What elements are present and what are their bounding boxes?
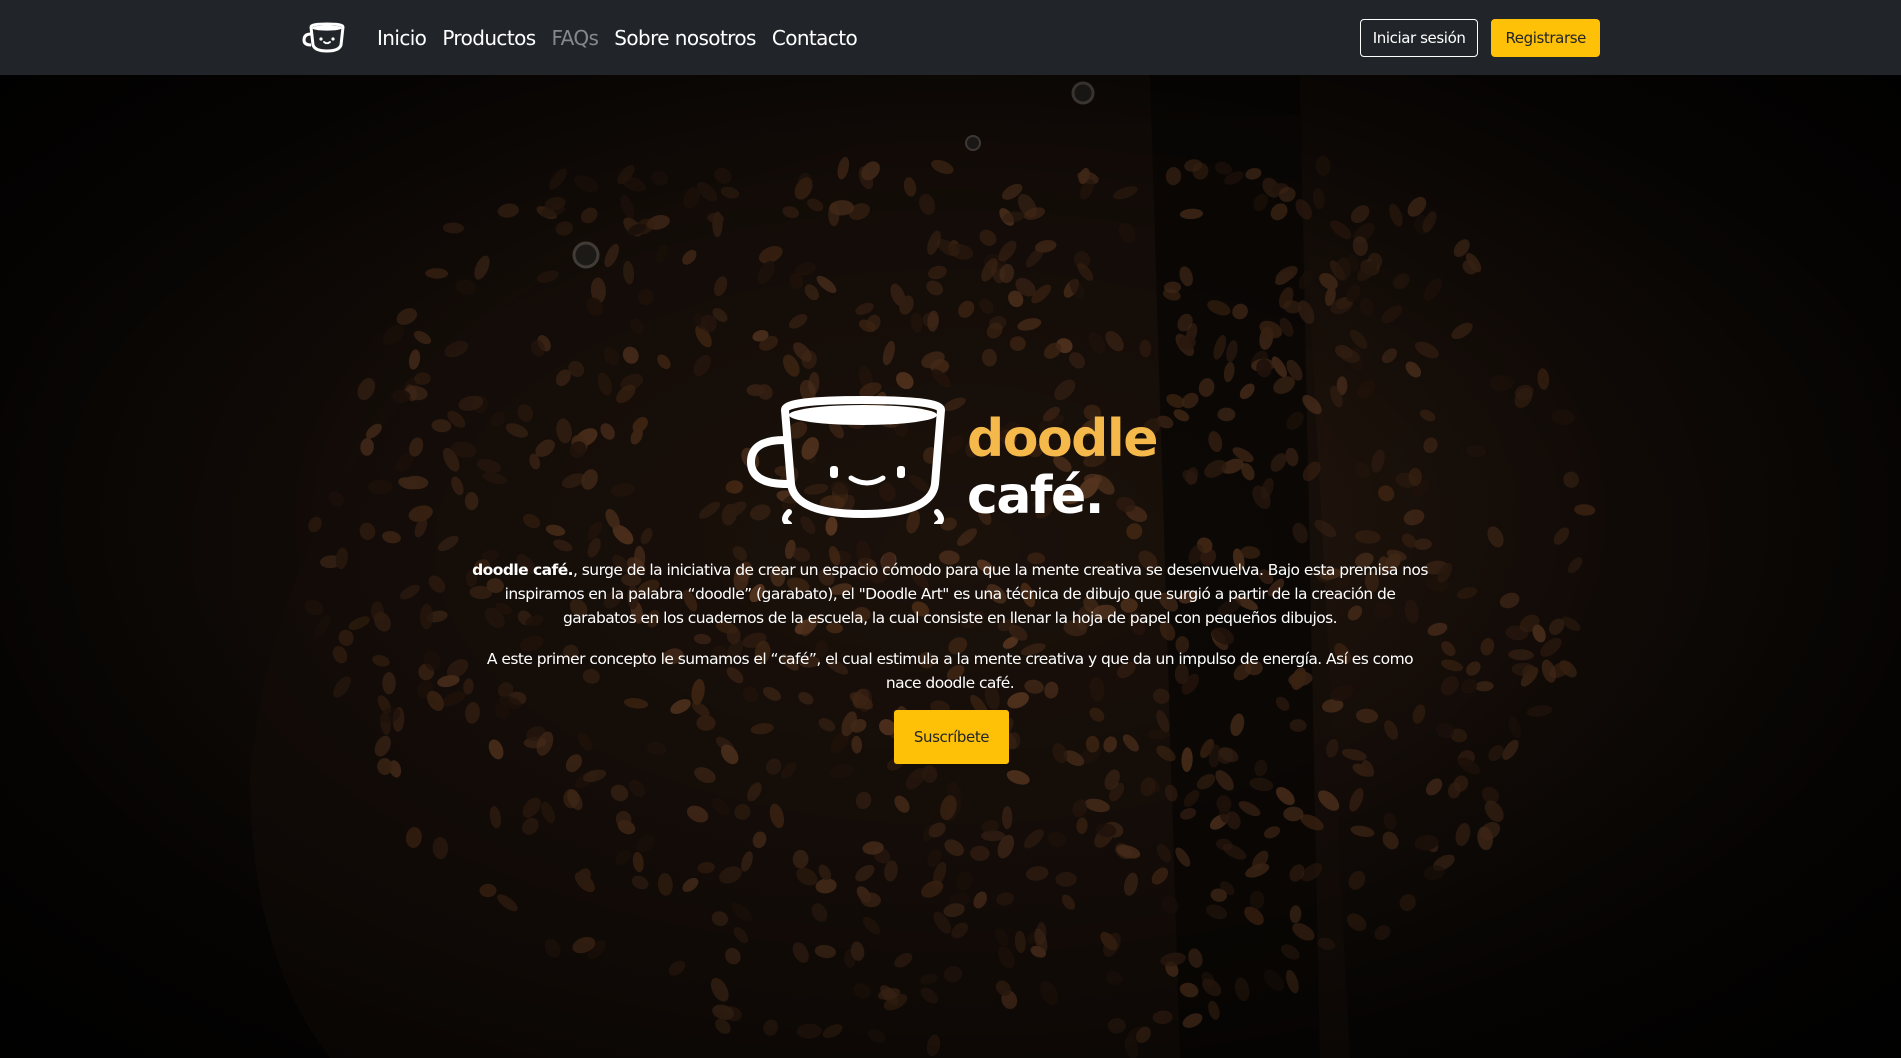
brand-logo[interactable] [301,21,351,55]
hero-paragraph-2: A este primer concepto le sumamos el “ca… [486,650,1414,692]
nav-actions: Iniciar sesión Registrarse [1359,18,1600,57]
brand-name-bold: doodle café. [472,561,574,579]
nav-link-sobre-nosotros[interactable]: Sobre nosotros [614,26,756,50]
logo-word-cafe: café. [967,466,1103,524]
logo-word-doodle: doodle [967,409,1157,469]
nav-link-productos[interactable]: Productos [442,26,536,50]
nav-link-inicio[interactable]: Inicio [377,26,427,50]
hero-paragraph-1: doodle café., surge de la iniciativa de … [470,558,1430,630]
subscribe-button[interactable]: Suscríbete [894,710,1009,764]
nav-links: Inicio Productos FAQs Sobre nosotros Con… [377,26,858,50]
login-button[interactable]: Iniciar sesión [1359,18,1479,57]
navbar: Inicio Productos FAQs Sobre nosotros Con… [0,0,1901,75]
register-button[interactable]: Registrarse [1491,18,1600,57]
doodle-cafe-logo: doodle café. [746,396,1159,524]
nav-link-faqs[interactable]: FAQs [552,26,599,50]
navbar-container: Inicio Productos FAQs Sobre nosotros Con… [301,0,1600,75]
hero-paragraph-1-text: , surge de la iniciativa de crear un esp… [504,561,1429,627]
hero-content: doodle café. doodle café., surge de la i… [0,75,1901,1058]
hero-section: doodle café. doodle café., surge de la i… [0,75,1901,1058]
coffee-cup-smile-icon [302,22,345,52]
nav-link-contacto[interactable]: Contacto [772,26,858,50]
